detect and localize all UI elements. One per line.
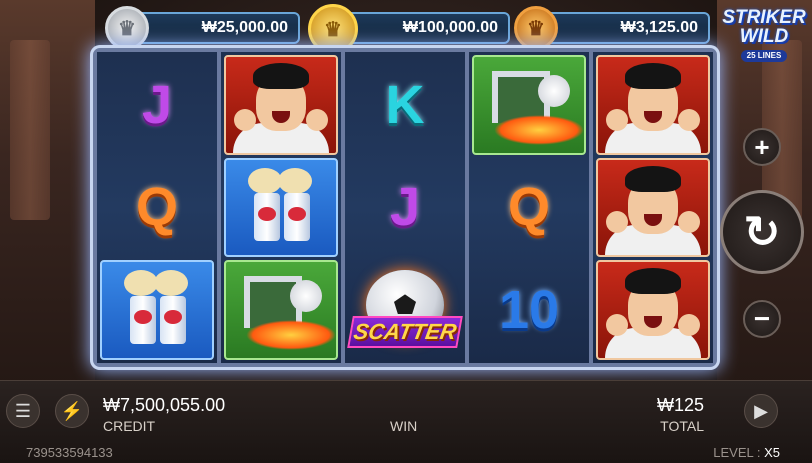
game-logo: STRIKER WILD 25 LINES [722, 8, 806, 70]
symbol-goal-icon [472, 55, 586, 155]
symbol-letter: Q [472, 158, 586, 258]
symbol-player-icon [224, 55, 338, 155]
symbol-goal-icon [224, 260, 338, 360]
level-label: LEVEL : [713, 445, 761, 460]
plus-icon: + [754, 131, 770, 162]
silver-medal-icon: ♛ [105, 6, 149, 50]
logo-line-1: STRIKER [722, 7, 806, 28]
level-value: X5 [764, 445, 780, 460]
jackpot-gold-amount: ₩100,000.00 [402, 19, 498, 36]
symbol-label: J [141, 74, 173, 135]
reel: Q 10 [469, 52, 589, 363]
locker-room-left [0, 0, 95, 390]
symbol-player-icon [596, 157, 710, 258]
symbol-letter: Q [100, 158, 214, 258]
reel [221, 52, 341, 363]
symbol-player-icon [596, 260, 710, 360]
symbol-label: Q [135, 177, 178, 238]
autoplay-icon: ▶ [754, 400, 768, 421]
symbol-letter: J [100, 55, 214, 155]
symbol-drinks-icon [100, 260, 214, 360]
symbol-letter: K [348, 55, 462, 155]
bet-increase-button[interactable]: + [743, 128, 781, 166]
level-indicator: LEVEL : X5 [713, 445, 780, 460]
bronze-medal-icon: ♛ [514, 6, 558, 50]
symbol-player-icon [596, 55, 710, 155]
jackpot-silver: ₩25,000.00 [130, 12, 300, 44]
symbol-label: 10 [498, 280, 560, 341]
reel: K J SCATTER [345, 52, 465, 363]
win-label: WIN [390, 418, 418, 434]
lightning-icon: ⚡ [60, 400, 84, 421]
locker [10, 40, 50, 220]
symbol-letter: 10 [472, 260, 586, 360]
logo-lines-badge: 25 LINES [740, 50, 788, 62]
credit-value: ₩7,500,055.00 [103, 395, 226, 415]
jackpot-bronze: ₩3,125.00 [540, 12, 710, 44]
reels-grid: J Q K J SCATTER Q 10 [97, 52, 713, 363]
symbol-drinks-icon [224, 157, 338, 258]
symbol-label: Q [507, 177, 550, 238]
reel [593, 52, 713, 363]
total-bet-label: TOTAL [660, 418, 704, 434]
total-bet-value: ₩125 [656, 395, 704, 415]
session-id: 739533594133 [26, 445, 113, 460]
credit-label: CREDIT [103, 418, 156, 434]
menu-icon: ☰ [14, 400, 32, 421]
jackpot-bronze-amount: ₩3,125.00 [620, 19, 698, 36]
menu-button[interactable]: ☰ [6, 394, 40, 428]
autoplay-button[interactable]: ▶ [744, 394, 778, 428]
spin-icon: ↻ [743, 207, 781, 257]
symbol-label: J [389, 177, 421, 238]
symbol-label: K [385, 74, 425, 135]
minus-icon: − [753, 303, 771, 334]
reel: JQ [97, 52, 217, 363]
game-scene: ₩25,000.00 ♛ ₩100,000.00 ♛ ₩3,125.00 ♛ S… [0, 0, 812, 463]
bet-decrease-button[interactable]: − [743, 300, 781, 338]
scatter-label: SCATTER [347, 315, 463, 348]
turbo-button[interactable]: ⚡ [55, 394, 89, 428]
jackpot-silver-amount: ₩25,000.00 [201, 19, 288, 36]
logo-line-2: WILD [739, 26, 789, 47]
symbol-letter: J [348, 158, 462, 258]
symbol-scatter-icon: SCATTER [347, 260, 463, 360]
spin-button[interactable]: ↻ [720, 190, 804, 274]
